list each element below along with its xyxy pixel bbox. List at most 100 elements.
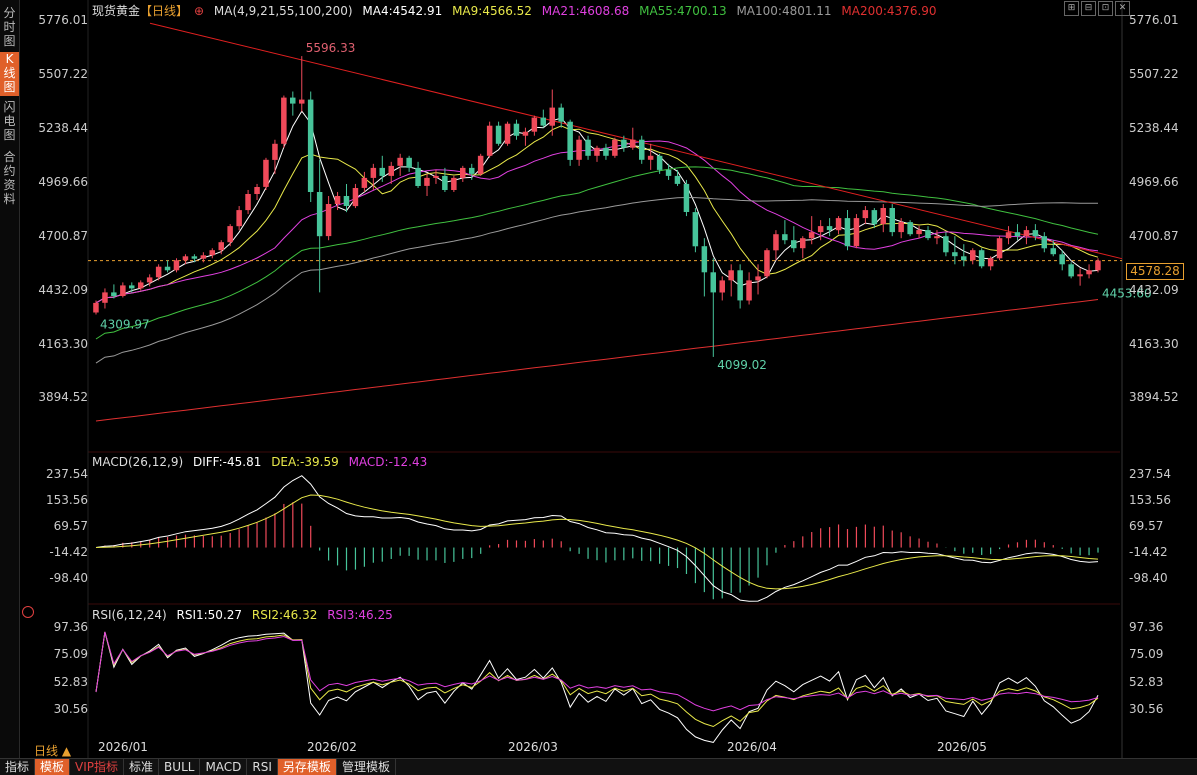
candle-body	[334, 196, 341, 204]
candle-body	[129, 285, 135, 289]
vip-indicator-button[interactable]: VIP指标	[70, 759, 125, 775]
candle-body	[1077, 274, 1083, 277]
candle-body	[898, 222, 904, 233]
candle-body	[835, 218, 842, 231]
candle-body	[173, 260, 180, 271]
candle-body	[585, 139, 591, 156]
settings-icon[interactable]	[22, 606, 34, 618]
price-annotation: 5596.33	[306, 41, 356, 55]
candle-body	[299, 99, 305, 104]
ma-params: MA(4,9,21,55,100,200)	[213, 4, 353, 18]
candle-body	[111, 292, 117, 296]
rsi-right-tick: 75.09	[1129, 647, 1164, 661]
rsi-name: RSI(6,12,24)	[92, 608, 167, 622]
candle-body	[325, 204, 332, 237]
candle-body	[907, 222, 913, 235]
candle-body	[692, 212, 699, 247]
candle-body	[889, 208, 895, 233]
candle-body	[191, 256, 198, 259]
tab-kline[interactable]: K线图	[0, 52, 19, 96]
candle-body	[987, 258, 994, 267]
candle-body	[415, 167, 421, 186]
ma21-value: MA21:4608.68	[541, 4, 630, 18]
candle-body	[1014, 232, 1021, 237]
candle-body	[719, 280, 725, 293]
candle-body	[1059, 254, 1065, 265]
ma200-value: MA200:4376.90	[841, 4, 937, 18]
manage-template-button[interactable]: 管理模板	[337, 759, 396, 775]
candle-body	[451, 177, 457, 190]
candle-body	[961, 256, 967, 261]
macd-dea: DEA:-39.59	[271, 455, 339, 469]
candle-body	[504, 123, 511, 144]
right-price-tick: 5507.22	[1129, 67, 1179, 81]
candle-body	[522, 131, 529, 136]
candle-body	[871, 210, 878, 225]
period-selector[interactable]: 日线 ▲	[34, 742, 71, 759]
fullscreen-icon[interactable]: ⊡	[1098, 1, 1113, 16]
candle-body	[531, 117, 538, 132]
candle-body	[996, 238, 1003, 259]
macd-right-tick: -98.40	[1129, 571, 1168, 585]
macd-right-tick: 237.54	[1129, 467, 1171, 481]
bottom-toolbar: 指标 模板 VIP指标 标准 BULL MACD RSI 另存模板 管理模板	[0, 758, 1197, 775]
candle-body	[254, 187, 260, 194]
save-template-button[interactable]: 另存模板	[277, 759, 337, 775]
template-button[interactable]: 模板	[35, 759, 71, 775]
add-icon[interactable]: ⊕	[194, 4, 204, 18]
bull-button[interactable]: BULL	[159, 759, 201, 775]
tab-contract-info[interactable]: 合约资料	[0, 150, 19, 210]
candle-body	[1005, 232, 1012, 239]
indicator-button[interactable]: 指标	[0, 759, 36, 775]
candle-body	[433, 175, 439, 178]
candle-body	[1032, 230, 1039, 237]
rsi-right-tick: 30.56	[1129, 702, 1164, 716]
rsi2-value: RSI2:46.32	[251, 608, 318, 622]
candle-body	[916, 230, 922, 235]
candle-body	[880, 208, 886, 225]
rsi-button[interactable]: RSI	[247, 759, 278, 775]
candle-body	[934, 236, 940, 239]
candle-body	[639, 139, 645, 160]
left-price-tick: 5507.22	[38, 67, 88, 81]
rsi3-value: RSI3:46.25	[327, 608, 393, 622]
candle-body	[978, 250, 985, 267]
left-price-tick: 4163.30	[38, 337, 88, 351]
close-icon[interactable]: ✕	[1115, 1, 1130, 16]
right-price-tick: 4432.09	[1129, 283, 1179, 297]
zoom-in-icon[interactable]: ⊞	[1064, 1, 1079, 16]
rsi-left-tick: 30.56	[53, 702, 88, 716]
macd-diff: DIFF:-45.81	[192, 455, 262, 469]
tab-flash-chart[interactable]: 闪电图	[0, 100, 19, 144]
date-label: 2026/04	[727, 740, 777, 754]
standard-button[interactable]: 标准	[124, 759, 160, 775]
resistance-trendline	[149, 22, 1123, 260]
window-controls: ⊞ ⊟ ⊡ ✕	[1064, 1, 1130, 16]
date-label: 2026/01	[98, 740, 148, 754]
chart-canvas[interactable]: 5596.334099.024309.974453.60	[0, 0, 1197, 774]
date-label: 2026/05	[937, 740, 987, 754]
candle-body	[406, 157, 412, 168]
macd-button[interactable]: MACD	[200, 759, 248, 775]
candle-body	[102, 292, 108, 303]
date-label: 2026/02	[307, 740, 357, 754]
candle-body	[791, 240, 797, 249]
zoom-out-icon[interactable]: ⊟	[1081, 1, 1096, 16]
candle-body	[1050, 248, 1056, 255]
right-price-tick: 4969.66	[1129, 175, 1179, 189]
macd-value: MACD:-12.43	[348, 455, 428, 469]
candle-body	[424, 177, 430, 186]
ma200-line	[95, 299, 1099, 422]
tab-time-sharing[interactable]: 分时图	[0, 6, 19, 48]
candle-body	[540, 117, 546, 126]
symbol-name: 现货黄金	[92, 4, 141, 18]
candle-body	[567, 121, 573, 160]
right-price-tick: 4700.87	[1129, 229, 1179, 243]
candle-body	[120, 285, 126, 296]
candle-body	[138, 282, 144, 289]
candle-body	[307, 99, 314, 192]
candle-body	[621, 139, 627, 148]
candle-body	[1068, 264, 1074, 277]
right-price-tick: 3894.52	[1129, 390, 1179, 404]
date-label: 2026/03	[508, 740, 558, 754]
